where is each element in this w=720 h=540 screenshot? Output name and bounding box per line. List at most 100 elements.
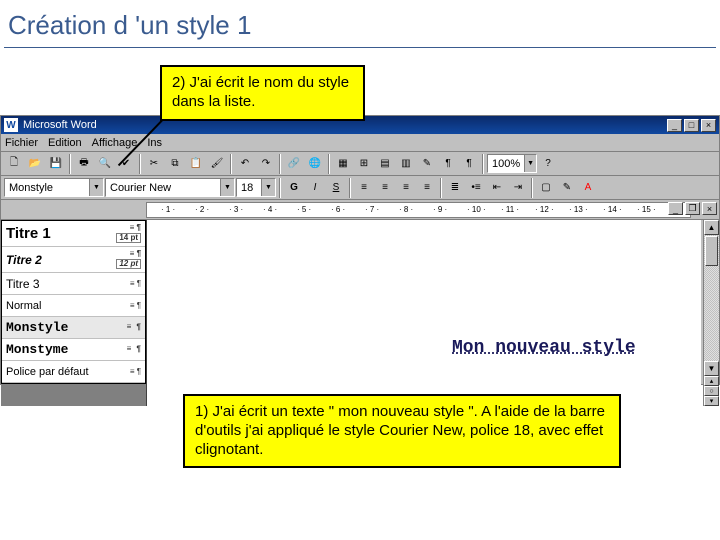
outdent-button[interactable]: ⇤: [487, 178, 507, 198]
doc-restore-button[interactable]: ❐: [685, 202, 700, 215]
style-option[interactable]: Titre 1 ≡ ¶14 pt: [2, 221, 145, 247]
style-option-label: Titre 1: [6, 225, 51, 242]
paste-button[interactable]: 📋: [186, 154, 206, 174]
style-indicator: ≡ ¶: [127, 346, 141, 354]
doc-map-button[interactable]: ¶: [438, 154, 458, 174]
zoom-combo[interactable]: 100% ▼: [487, 154, 537, 173]
doc-close-button[interactable]: ×: [702, 202, 717, 215]
show-hide-button[interactable]: ¶: [459, 154, 479, 174]
indent-button[interactable]: ⇥: [508, 178, 528, 198]
columns-button[interactable]: ▥: [396, 154, 416, 174]
style-option-label: Normal: [6, 300, 41, 312]
style-option[interactable]: Titre 2≡ ¶12 pt: [2, 247, 145, 273]
align-center-button[interactable]: ≡: [375, 178, 395, 198]
separator: [531, 178, 533, 198]
prev-page-button[interactable]: ▴: [704, 376, 719, 386]
font-combo[interactable]: Courier New ▼: [105, 178, 235, 197]
chevron-down-icon[interactable]: ▼: [261, 179, 275, 196]
slide-title: Création d 'un style 1: [0, 0, 720, 47]
ruler-tick: · 9 ·: [433, 205, 447, 214]
app-title: Microsoft Word: [23, 119, 97, 131]
scroll-down-button[interactable]: ▼: [704, 361, 719, 376]
style-indicator: ≡ ¶: [130, 302, 141, 310]
style-option[interactable]: Normal ≡ ¶: [2, 295, 145, 317]
bold-button[interactable]: G: [284, 178, 304, 198]
redo-button[interactable]: ↷: [256, 154, 276, 174]
scroll-thumb[interactable]: [705, 236, 718, 266]
word-app-icon: W: [4, 118, 18, 132]
ruler-tick: · 2 ·: [195, 205, 209, 214]
chevron-down-icon[interactable]: ▼: [89, 179, 103, 196]
undo-button[interactable]: ↶: [235, 154, 255, 174]
web-toolbar-button[interactable]: 🌐: [305, 154, 325, 174]
drawing-button[interactable]: ✎: [417, 154, 437, 174]
style-dropdown-list[interactable]: Titre 1≡ ¶14 ptTitre 2≡ ¶12 ptTitre 3≡ ¶…: [1, 220, 146, 384]
align-right-button[interactable]: ≡: [396, 178, 416, 198]
scroll-up-button[interactable]: ▲: [704, 220, 719, 235]
style-combo[interactable]: Monstyle ▼: [4, 178, 104, 197]
new-doc-button[interactable]: 🗋: [4, 154, 24, 174]
font-value: Courier New: [106, 182, 220, 194]
ruler-tick: · 12 ·: [535, 205, 554, 214]
style-option[interactable]: Police par défaut≡ ¶: [2, 361, 145, 383]
document-page[interactable]: Mon nouveau style: [146, 220, 701, 406]
style-option[interactable]: Monstyme≡ ¶: [2, 339, 145, 361]
hyperlink-button[interactable]: 🔗: [284, 154, 304, 174]
style-indicator: ≡ ¶14 pt: [116, 224, 141, 243]
ruler-tick: · 14 ·: [603, 205, 622, 214]
save-button[interactable]: 💾: [46, 154, 66, 174]
document-area: Titre 1≡ ¶14 ptTitre 2≡ ¶12 ptTitre 3≡ ¶…: [1, 220, 719, 406]
ruler-tick: · 11 ·: [501, 205, 519, 214]
next-page-button[interactable]: ▾: [704, 396, 719, 406]
size-combo[interactable]: 18 ▼: [236, 178, 276, 197]
style-option-label: Monstyle: [6, 320, 68, 335]
doc-minimize-button[interactable]: _: [668, 202, 683, 215]
menu-file[interactable]: Fichier: [5, 137, 38, 149]
ruler-tick: · 10 ·: [467, 205, 486, 214]
menu-insert[interactable]: Ins: [147, 137, 162, 149]
style-option-label: Titre 3: [6, 277, 40, 291]
italic-button[interactable]: I: [305, 178, 325, 198]
ruler-tick: · 5 ·: [297, 205, 311, 214]
open-button[interactable]: 📂: [25, 154, 45, 174]
style-value: Monstyle: [5, 182, 89, 194]
numbering-button[interactable]: ≣: [445, 178, 465, 198]
excel-button[interactable]: ▤: [375, 154, 395, 174]
chevron-down-icon[interactable]: ▼: [524, 155, 536, 172]
document-text: Mon nouveau style: [452, 338, 636, 358]
separator: [482, 154, 484, 174]
font-color-button[interactable]: A: [578, 178, 598, 198]
standard-toolbar: 🗋 📂 💾 🖶 🔍 ✔ ✂ ⧉ 📋 🖌 ↶ ↷ 🔗 🌐 ▦ ⊞ ▤ ▥ ✎ ¶ …: [1, 152, 719, 176]
title-underline: [4, 47, 716, 48]
ruler-row: · 1 ·· 2 ·· 3 ·· 4 ·· 5 ·· 6 ·· 7 ·· 8 ·…: [1, 200, 719, 220]
style-option[interactable]: Monstyle≡ ¶: [2, 317, 145, 339]
align-left-button[interactable]: ≡: [354, 178, 374, 198]
insert-table-button[interactable]: ⊞: [354, 154, 374, 174]
format-painter-button[interactable]: 🖌: [207, 154, 227, 174]
close-button[interactable]: ×: [701, 119, 716, 132]
highlight-button[interactable]: ✎: [557, 178, 577, 198]
borders-button[interactable]: ▢: [536, 178, 556, 198]
separator: [279, 178, 281, 198]
bullets-button[interactable]: •≡: [466, 178, 486, 198]
browse-object-button[interactable]: ○: [704, 386, 719, 396]
cut-button[interactable]: ✂: [144, 154, 164, 174]
print-button[interactable]: 🖶: [74, 154, 94, 174]
menu-edit[interactable]: Edition: [48, 137, 82, 149]
window-controls: _ □ ×: [667, 119, 716, 132]
chevron-down-icon[interactable]: ▼: [220, 179, 234, 196]
minimize-button[interactable]: _: [667, 119, 682, 132]
preview-button[interactable]: 🔍: [95, 154, 115, 174]
style-option[interactable]: Titre 3≡ ¶: [2, 273, 145, 295]
separator: [279, 154, 281, 174]
copy-button[interactable]: ⧉: [165, 154, 185, 174]
horizontal-ruler[interactable]: · 1 ·· 2 ·· 3 ·· 4 ·· 5 ·· 6 ·· 7 ·· 8 ·…: [146, 202, 691, 218]
ruler-tick: · 6 ·: [331, 205, 345, 214]
help-button[interactable]: ?: [538, 154, 558, 174]
justify-button[interactable]: ≡: [417, 178, 437, 198]
underline-button[interactable]: S: [326, 178, 346, 198]
menu-view[interactable]: Affichage: [92, 137, 138, 149]
maximize-button[interactable]: □: [684, 119, 699, 132]
vertical-scrollbar[interactable]: ▲ ▼ ▴ ○ ▾: [703, 220, 719, 406]
tables-button[interactable]: ▦: [333, 154, 353, 174]
